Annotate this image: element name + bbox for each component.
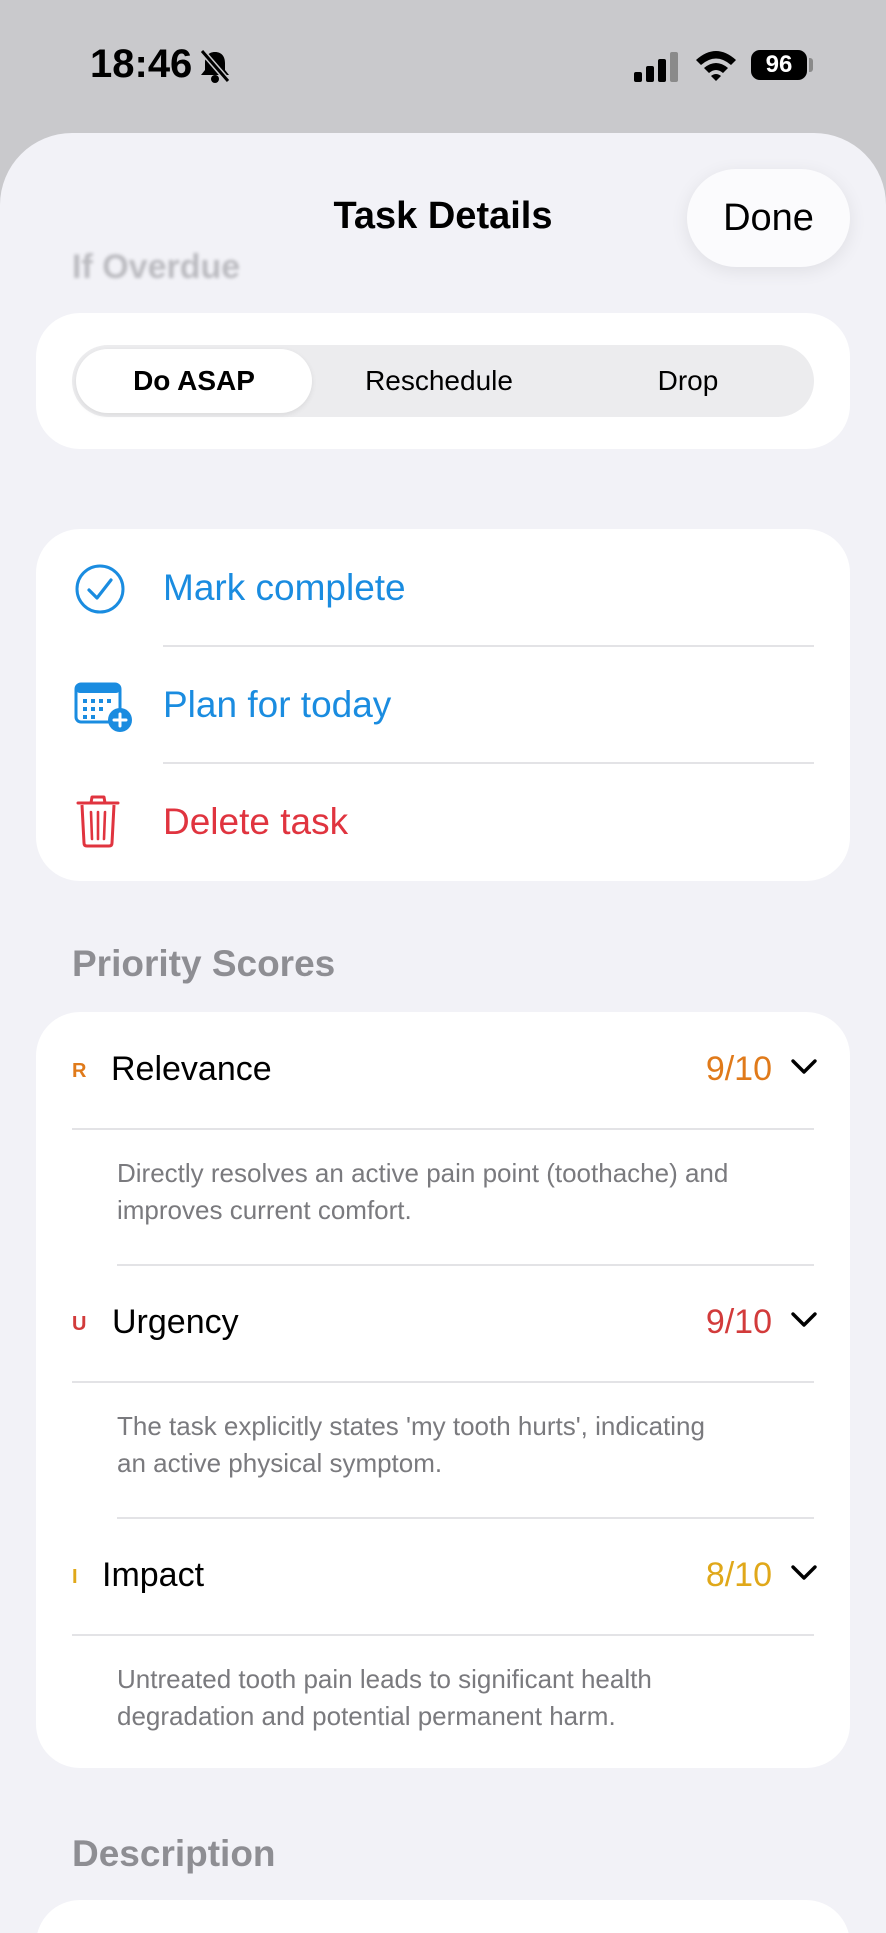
chevron-down-icon[interactable] [790,1311,818,1329]
priority-scores-card: R Relevance 9/10 Directly resolves an ac… [36,1012,850,1768]
wifi-icon [696,51,736,81]
mark-complete-button[interactable]: Mark complete [36,529,850,646]
urgency-description-line-2: an active physical symptom. [117,1448,443,1478]
urgency-value: 9/10 [705,1303,772,1341]
relevance-description: Directly resolves an active pain point (… [117,1155,817,1229]
plan-for-today-button[interactable]: Plan for today [36,646,850,763]
impact-label: Impact [102,1556,205,1594]
score-row-urgency[interactable]: U Urgency 9/10 [36,1265,850,1381]
description-heading: Description [72,1833,276,1874]
impact-description-line-2: degradation and potential permanent harm… [117,1701,616,1731]
impact-description-line-1: Untreated tooth pain leads to significan… [117,1664,652,1694]
urgency-badge: U [72,1313,87,1335]
description-card[interactable] [36,1900,850,1933]
done-button[interactable]: Done [687,169,850,267]
status-bar: 18:46 96 [0,0,886,132]
delete-task-button[interactable]: Delete task [36,763,850,880]
urgency-label: Urgency [112,1303,239,1341]
scrolled-content-ghost [72,133,282,147]
if-overdue-label: If Overdue [72,248,241,286]
segment-do-asap[interactable]: Do ASAP [76,349,312,413]
divider [72,1634,814,1636]
if-overdue-card: Do ASAP Reschedule Drop [36,313,850,449]
battery-nub [809,58,813,72]
status-time: 18:46 [90,42,193,86]
chevron-down-icon[interactable] [790,1564,818,1582]
relevance-description-line-1: Directly resolves an active pain point (… [117,1158,729,1188]
score-row-relevance[interactable]: R Relevance 9/10 [36,1012,850,1128]
segment-reschedule[interactable]: Reschedule [321,349,557,413]
checkmark-circle-icon [75,564,125,614]
actions-card: Mark complete Plan for today Delete task [36,529,850,881]
score-row-impact[interactable]: I Impact 8/10 [36,1518,850,1634]
trash-icon [76,795,120,848]
if-overdue-segmented-control: Do ASAP Reschedule Drop [72,345,814,417]
urgency-description-line-1: The task explicitly states 'my tooth hur… [117,1411,705,1441]
battery-indicator: 96 [751,50,807,80]
segment-drop[interactable]: Drop [570,349,806,413]
urgency-description: The task explicitly states 'my tooth hur… [117,1408,817,1482]
relevance-label: Relevance [111,1050,272,1088]
task-details-sheet: If Overdue Task Details Done Do ASAP Res… [0,133,886,1933]
impact-badge: I [72,1566,78,1588]
cellular-signal-icon [634,52,678,82]
divider [72,1381,814,1383]
relevance-badge: R [72,1060,87,1082]
divider [72,1128,814,1130]
chevron-down-icon[interactable] [790,1058,818,1076]
calendar-plus-icon [74,682,132,732]
delete-task-label: Delete task [163,801,349,842]
relevance-value: 9/10 [705,1050,772,1088]
relevance-description-line-2: improves current comfort. [117,1195,412,1225]
priority-scores-heading: Priority Scores [72,943,336,984]
mark-complete-label: Mark complete [163,567,406,608]
bell-slash-icon [199,49,231,83]
plan-for-today-label: Plan for today [163,684,392,725]
impact-value: 8/10 [705,1556,772,1594]
impact-description: Untreated tooth pain leads to significan… [117,1661,817,1735]
